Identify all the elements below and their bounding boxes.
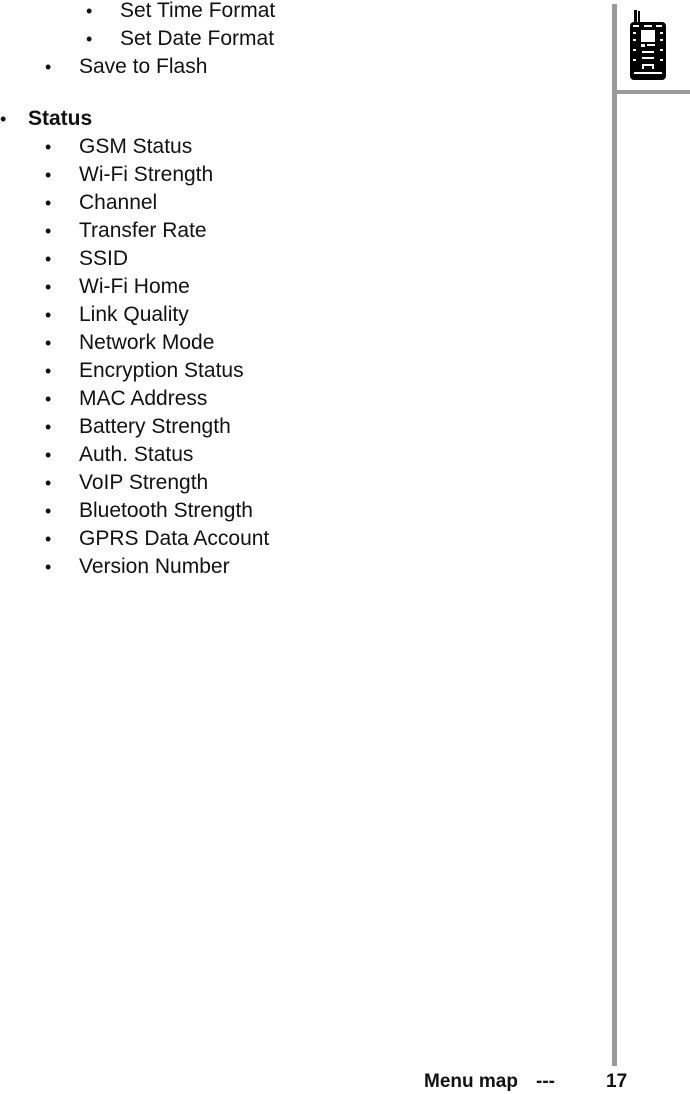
- list-item: • Version Number: [45, 553, 230, 581]
- list-item: • Battery Strength: [45, 413, 231, 441]
- bullet: •: [45, 529, 52, 549]
- bullet: •: [45, 305, 52, 325]
- bullet: •: [45, 445, 52, 465]
- bullet: •: [45, 333, 52, 353]
- footer-section-name: Menu map: [424, 1071, 518, 1092]
- list-item-label: VoIP Strength: [79, 471, 209, 494]
- bullet: •: [45, 193, 52, 213]
- list-item: • VoIP Strength: [45, 469, 209, 497]
- bullet: •: [45, 221, 52, 241]
- bullet: •: [86, 29, 93, 49]
- list-item: • Wi-Fi Strength: [45, 161, 214, 189]
- list-item: • Save to Flash: [45, 53, 208, 81]
- list-item: • SSID: [45, 245, 129, 273]
- list-item-label: Set Time Format: [120, 0, 276, 22]
- list-item: • Bluetooth Strength: [45, 497, 253, 525]
- bullet: •: [45, 501, 52, 521]
- list-item: • Encryption Status: [45, 357, 244, 385]
- list-item-label: Channel: [79, 191, 158, 214]
- list-item: • Auth. Status: [45, 441, 194, 469]
- page-number: 17: [606, 1071, 628, 1092]
- list-item-label: Bluetooth Strength: [79, 499, 253, 522]
- list-item-label: GSM Status: [79, 135, 193, 158]
- bullet: •: [45, 557, 52, 577]
- list-item: • Transfer Rate: [45, 217, 207, 245]
- list-item-label: Wi-Fi Strength: [79, 163, 214, 186]
- list-item: • Set Date Format: [86, 25, 275, 53]
- list-item: • Wi-Fi Home: [45, 273, 190, 301]
- list-item: • MAC Address: [45, 385, 208, 413]
- list-item: • Network Mode: [45, 329, 215, 357]
- list-item-label: MAC Address: [79, 387, 208, 410]
- list-item: • GSM Status: [45, 133, 193, 161]
- list-item-label: Link Quality: [79, 303, 189, 326]
- list-item-label: Save to Flash: [79, 55, 208, 78]
- list-item-label: Battery Strength: [79, 415, 231, 438]
- list-item-label: Transfer Rate: [79, 219, 207, 242]
- bullet: •: [45, 389, 52, 409]
- bullet: •: [45, 249, 52, 269]
- bullet: •: [45, 361, 52, 381]
- list-item: • Set Time Format: [86, 0, 276, 25]
- vertical-rule: [612, 4, 617, 1066]
- list-item-label: Auth. Status: [79, 443, 194, 466]
- section-heading: • Status: [0, 105, 93, 133]
- list-item: • GPRS Data Account: [45, 525, 270, 553]
- list-item-label: Set Date Format: [120, 27, 275, 50]
- footer-separator: ---: [536, 1071, 555, 1092]
- bullet: •: [86, 1, 93, 21]
- list-item-label: Version Number: [79, 555, 230, 578]
- list-item-label: GPRS Data Account: [79, 527, 270, 550]
- bullet: •: [45, 165, 52, 185]
- bullet: •: [45, 137, 52, 157]
- bullet: •: [45, 57, 52, 77]
- horizontal-rule: [612, 90, 690, 94]
- list-item-label: Encryption Status: [79, 359, 244, 382]
- bullet: •: [45, 473, 52, 493]
- list-item: • Channel: [45, 189, 158, 217]
- mobile-phone-icon: [630, 10, 666, 80]
- list-item-label: Network Mode: [79, 331, 215, 354]
- list-item-label: Wi-Fi Home: [79, 275, 190, 298]
- section-title: Status: [28, 107, 93, 130]
- list-item-label: SSID: [79, 247, 129, 270]
- bullet: •: [0, 109, 7, 129]
- list-item: • Link Quality: [45, 301, 189, 329]
- bullet: •: [45, 417, 52, 437]
- bullet: •: [45, 277, 52, 297]
